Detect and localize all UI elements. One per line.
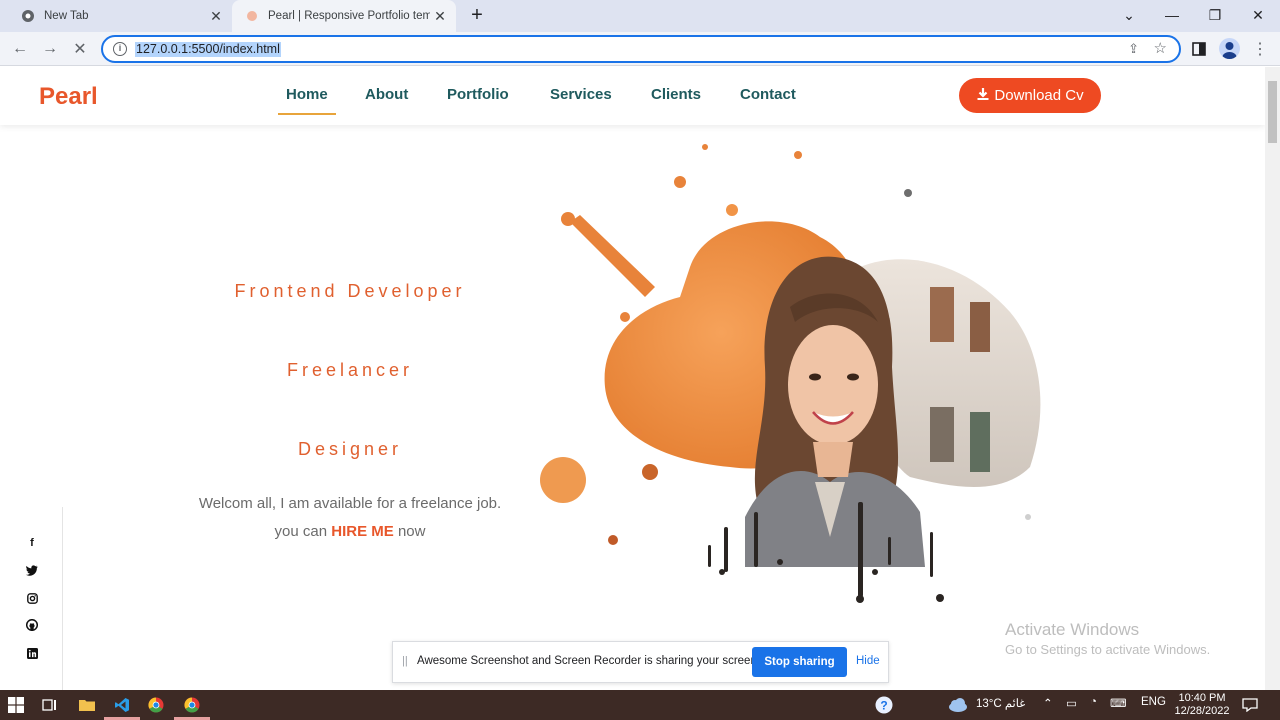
new-tab-button[interactable]: + bbox=[466, 5, 488, 27]
side-panel-icon[interactable] bbox=[1187, 37, 1211, 61]
download-icon bbox=[976, 87, 990, 105]
close-tab-icon[interactable]: ✕ bbox=[430, 6, 450, 26]
forward-icon[interactable]: → bbox=[38, 37, 62, 61]
bookmark-star-icon[interactable]: ☆ bbox=[1154, 39, 1167, 57]
hire-prefix: you can bbox=[274, 523, 328, 540]
close-window-button[interactable]: ✕ bbox=[1236, 0, 1280, 30]
site-favicon bbox=[244, 8, 260, 24]
address-bar[interactable]: i 127.0.0.1:5500/index.html ⇪ ☆ bbox=[101, 35, 1181, 63]
vscode-icon[interactable] bbox=[112, 695, 132, 715]
role-designer: Designer bbox=[297, 439, 403, 459]
web-page: Pearl Home About Portfolio Services Clie… bbox=[0, 67, 1265, 690]
tab-title: New Tab bbox=[44, 10, 89, 22]
nav-portfolio[interactable]: Portfolio bbox=[447, 86, 509, 103]
watermark-subtitle: Go to Settings to activate Windows. bbox=[1005, 642, 1211, 657]
watermark-title: Activate Windows bbox=[1005, 620, 1140, 639]
hide-sharing-bar-link[interactable]: Hide bbox=[856, 655, 880, 667]
instagram-icon[interactable] bbox=[22, 588, 42, 608]
tab-new-tab[interactable]: New Tab ✕ bbox=[8, 0, 232, 32]
site-info-icon[interactable]: i bbox=[113, 42, 127, 56]
back-icon[interactable]: ← bbox=[8, 37, 32, 61]
chrome-taskbar-icon-2[interactable] bbox=[182, 695, 202, 715]
hire-suffix: now bbox=[397, 523, 426, 540]
help-icon[interactable]: ? bbox=[874, 695, 894, 715]
battery-icon[interactable]: ▭ bbox=[1066, 696, 1077, 710]
nav-services[interactable]: Services bbox=[550, 86, 612, 103]
tab-pearl[interactable]: Pearl | Responsive Portfolio temp ✕ bbox=[232, 0, 456, 32]
clock[interactable]: 10:40 PM 12/28/2022 bbox=[1172, 692, 1232, 718]
nav-about[interactable]: About bbox=[365, 86, 408, 103]
download-cv-label: Download Cv bbox=[994, 87, 1084, 104]
task-view-icon[interactable] bbox=[40, 695, 60, 715]
menu-icon[interactable]: ⋮ bbox=[1248, 37, 1272, 61]
chevron-up-icon[interactable]: ⌃ bbox=[1043, 696, 1053, 710]
wifi-icon[interactable]: ◔ bbox=[1090, 696, 1097, 708]
welcome-text: Welcom all, I am available for a freelan… bbox=[198, 495, 502, 512]
profile-avatar[interactable] bbox=[1219, 38, 1240, 59]
twitter-icon[interactable] bbox=[22, 560, 42, 580]
windows-start-icon[interactable] bbox=[6, 695, 26, 715]
activate-windows-watermark: Activate Windows Go to Settings to activ… bbox=[1005, 620, 1210, 657]
stop-sharing-button[interactable]: Stop sharing bbox=[752, 647, 847, 677]
page-scrollbar[interactable] bbox=[1265, 67, 1280, 690]
stop-loading-icon[interactable]: ✕ bbox=[68, 37, 92, 61]
nav-contact[interactable]: Contact bbox=[740, 86, 796, 103]
tab-title: Pearl | Responsive Portfolio temp bbox=[268, 10, 430, 22]
screen-sharing-bar: || Awesome Screenshot and Screen Recorde… bbox=[392, 641, 889, 683]
browser-toolbar: ← → ✕ i 127.0.0.1:5500/index.html ⇪ ☆ ⋮ bbox=[0, 32, 1280, 66]
address-text[interactable]: 127.0.0.1:5500/index.html bbox=[135, 42, 281, 57]
active-nav-indicator bbox=[278, 113, 336, 115]
site-navbar: Pearl Home About Portfolio Services Clie… bbox=[0, 67, 1265, 125]
hero-image bbox=[530, 137, 1090, 617]
hire-line: you can HIRE ME now bbox=[150, 523, 550, 540]
chrome-taskbar-icon[interactable] bbox=[146, 695, 166, 715]
site-logo[interactable]: Pearl bbox=[39, 83, 98, 111]
facebook-icon[interactable]: f bbox=[22, 533, 42, 553]
close-tab-icon[interactable]: ✕ bbox=[206, 6, 226, 26]
download-cv-button[interactable]: Download Cv bbox=[959, 78, 1101, 113]
nav-clients[interactable]: Clients bbox=[651, 86, 701, 103]
nav-home[interactable]: Home bbox=[286, 86, 328, 103]
chrome-icon bbox=[20, 8, 36, 24]
weather-text[interactable]: 13°C غائم bbox=[976, 696, 1025, 710]
hire-me-link[interactable]: HIRE ME bbox=[331, 523, 394, 540]
file-explorer-icon[interactable] bbox=[77, 695, 97, 715]
notifications-icon[interactable] bbox=[1240, 695, 1260, 715]
windows-taskbar: ? 13°C غائم ⌃ ▭ ◔ ⌨ ENG 10:40 PM 12/28/2… bbox=[0, 690, 1280, 720]
cloud-icon bbox=[946, 695, 970, 715]
scrollbar-thumb[interactable] bbox=[1268, 81, 1277, 143]
tab-search-icon[interactable]: ⌄ bbox=[1107, 0, 1151, 30]
tab-strip: New Tab ✕ Pearl | Responsive Portfolio t… bbox=[0, 0, 1280, 32]
sharing-message: Awesome Screenshot and Screen Recorder i… bbox=[417, 655, 761, 667]
minimize-button[interactable]: — bbox=[1150, 0, 1194, 30]
github-icon[interactable] bbox=[22, 615, 42, 635]
social-divider bbox=[62, 507, 63, 690]
role-frontend: Frontend Developer bbox=[234, 281, 466, 301]
role-freelancer: Freelancer bbox=[286, 360, 414, 380]
keyboard-icon[interactable]: ⌨ bbox=[1110, 696, 1127, 710]
clock-time: 10:40 PM bbox=[1178, 692, 1226, 704]
drag-handle-icon[interactable]: || bbox=[402, 655, 408, 667]
svg-text:?: ? bbox=[880, 699, 887, 713]
clock-date: 12/28/2022 bbox=[1174, 705, 1230, 717]
maximize-button[interactable]: ❐ bbox=[1193, 0, 1237, 30]
linkedin-icon[interactable] bbox=[22, 643, 42, 663]
language-indicator[interactable]: ENG bbox=[1141, 696, 1166, 708]
share-icon[interactable]: ⇪ bbox=[1128, 41, 1139, 57]
